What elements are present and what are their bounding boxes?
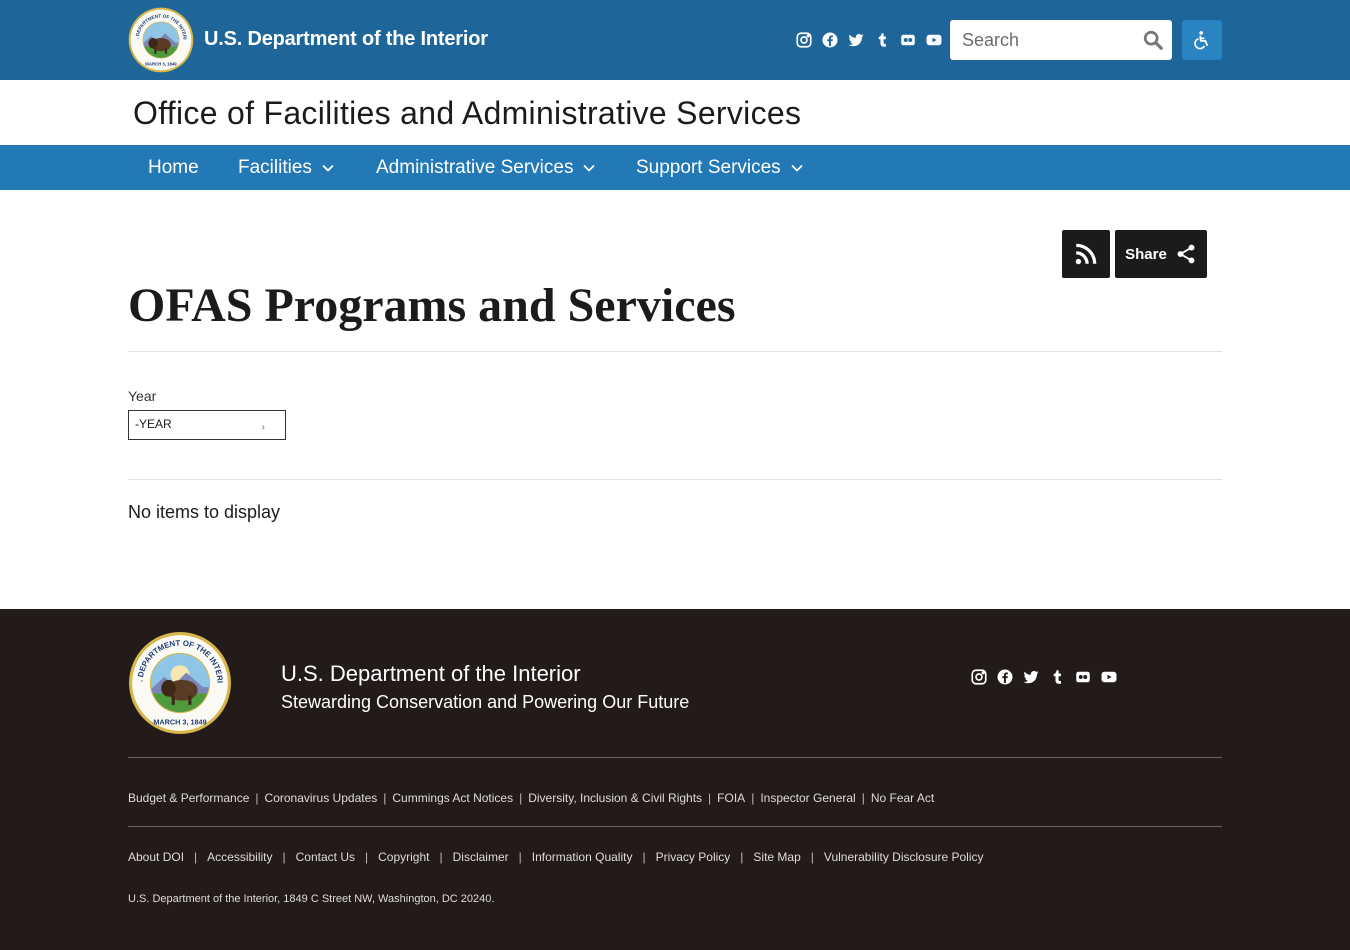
footer-divider xyxy=(128,826,1222,827)
divider xyxy=(128,351,1222,352)
footer-links-secondary: About DOI | Accessibility | Contact Us |… xyxy=(128,850,984,864)
svg-text:MARCH 3, 1849: MARCH 3, 1849 xyxy=(153,718,206,727)
footer-link-contact-us[interactable]: Contact Us xyxy=(296,850,355,864)
nav-item-home[interactable]: Home xyxy=(148,145,199,190)
search-input[interactable] xyxy=(950,20,1130,60)
link-separator: | xyxy=(708,791,712,805)
site-footer: U.S. DEPARTMENT OF THE INTERIOR MARCH 3,… xyxy=(0,609,1350,950)
link-separator: | xyxy=(810,850,814,864)
footer-social-links xyxy=(969,667,1119,687)
footer-link-coronavirus-updates[interactable]: Coronavirus Updates xyxy=(265,791,378,805)
nav-item-label: Administrative Services xyxy=(376,156,574,178)
footer-link-accessibility[interactable]: Accessibility xyxy=(207,850,272,864)
year-select[interactable]: -YEAR › xyxy=(128,410,286,440)
chevron-down-icon xyxy=(322,164,334,172)
year-select-value: -YEAR xyxy=(135,417,172,431)
footer-link-diversity[interactable]: Diversity, Inclusion & Civil Rights xyxy=(528,791,702,805)
select-arrow-icon: › xyxy=(261,422,265,433)
nav-item-support-services[interactable]: Support Services xyxy=(636,145,803,190)
twitter-icon[interactable] xyxy=(1021,667,1041,687)
link-separator: | xyxy=(519,791,523,805)
share-label: Share xyxy=(1125,245,1167,263)
instagram-icon[interactable] xyxy=(794,30,814,50)
nav-item-facilities[interactable]: Facilities xyxy=(238,145,334,190)
nav-item-label: Support Services xyxy=(636,156,781,178)
link-separator: | xyxy=(365,850,369,864)
rss-icon xyxy=(1075,243,1097,265)
instagram-icon[interactable] xyxy=(969,667,989,687)
site-header: U.S. DEPARTMENT OF THE INTERIOR MARCH 3,… xyxy=(0,0,1350,80)
chevron-down-icon xyxy=(583,164,596,172)
search-icon[interactable] xyxy=(1142,29,1164,51)
footer-link-privacy-policy[interactable]: Privacy Policy xyxy=(656,850,731,864)
link-separator: | xyxy=(194,850,198,864)
youtube-icon[interactable] xyxy=(1099,667,1119,687)
footer-link-site-map[interactable]: Site Map xyxy=(753,850,800,864)
footer-title: U.S. Department of the Interior xyxy=(281,661,581,686)
year-filter-label: Year xyxy=(128,388,157,404)
footer-link-no-fear-act[interactable]: No Fear Act xyxy=(871,791,934,805)
flickr-icon[interactable] xyxy=(1073,667,1093,687)
facebook-icon[interactable] xyxy=(820,30,840,50)
link-separator: | xyxy=(282,850,286,864)
footer-link-vulnerability-disclosure[interactable]: Vulnerability Disclosure Policy xyxy=(824,850,984,864)
site-search xyxy=(950,20,1172,60)
doi-seal-logo[interactable]: U.S. DEPARTMENT OF THE INTERIOR MARCH 3,… xyxy=(128,631,232,735)
footer-link-disclaimer[interactable]: Disclaimer xyxy=(453,850,509,864)
link-separator: | xyxy=(740,850,744,864)
page-title: OFAS Programs and Services xyxy=(128,279,736,332)
link-separator: | xyxy=(255,791,259,805)
footer-links-primary: Budget & Performance | Coronavirus Updat… xyxy=(128,791,934,805)
facebook-icon[interactable] xyxy=(995,667,1015,687)
link-separator: | xyxy=(518,850,522,864)
chevron-down-icon xyxy=(791,164,803,172)
footer-divider xyxy=(128,757,1222,758)
tumblr-icon[interactable] xyxy=(872,30,892,50)
header-social-links xyxy=(794,30,944,50)
twitter-icon[interactable] xyxy=(846,30,866,50)
nav-item-label: Facilities xyxy=(238,156,312,178)
footer-tagline: Stewarding Conservation and Powering Our… xyxy=(281,692,690,712)
rss-feed-button[interactable] xyxy=(1062,230,1110,278)
footer-link-inspector-general[interactable]: Inspector General xyxy=(760,791,855,805)
footer-link-budget-performance[interactable]: Budget & Performance xyxy=(128,791,249,805)
footer-link-copyright[interactable]: Copyright xyxy=(378,850,429,864)
nav-item-administrative-services[interactable]: Administrative Services xyxy=(376,145,596,190)
accessibility-button[interactable] xyxy=(1182,20,1222,60)
footer-link-about-doi[interactable]: About DOI xyxy=(128,850,184,864)
divider xyxy=(128,479,1222,480)
footer-link-foia[interactable]: FOIA xyxy=(717,791,745,805)
svg-text:MARCH 3, 1849: MARCH 3, 1849 xyxy=(145,62,177,67)
youtube-icon[interactable] xyxy=(924,30,944,50)
main-nav: Home Facilities Administrative Services … xyxy=(0,145,1350,190)
share-icon xyxy=(1177,244,1195,264)
link-separator: | xyxy=(383,791,387,805)
empty-results-message: No items to display xyxy=(128,502,281,522)
doi-seal-logo[interactable]: U.S. DEPARTMENT OF THE INTERIOR MARCH 3,… xyxy=(128,7,194,73)
footer-address: U.S. Department of the Interior, 1849 C … xyxy=(128,893,495,905)
nav-item-label: Home xyxy=(148,156,199,178)
link-separator: | xyxy=(642,850,646,864)
tumblr-icon[interactable] xyxy=(1047,667,1067,687)
footer-link-information-quality[interactable]: Information Quality xyxy=(532,850,633,864)
footer-link-cummings-act[interactable]: Cummings Act Notices xyxy=(392,791,513,805)
flickr-icon[interactable] xyxy=(898,30,918,50)
wheelchair-icon xyxy=(1194,31,1209,50)
link-separator: | xyxy=(439,850,443,864)
link-separator: | xyxy=(751,791,755,805)
site-brand-link[interactable]: U.S. Department of the Interior xyxy=(204,28,488,51)
share-button[interactable]: Share xyxy=(1115,230,1207,278)
link-separator: | xyxy=(861,791,865,805)
office-title[interactable]: Office of Facilities and Administrative … xyxy=(133,95,801,132)
office-banner: Office of Facilities and Administrative … xyxy=(0,80,1350,145)
